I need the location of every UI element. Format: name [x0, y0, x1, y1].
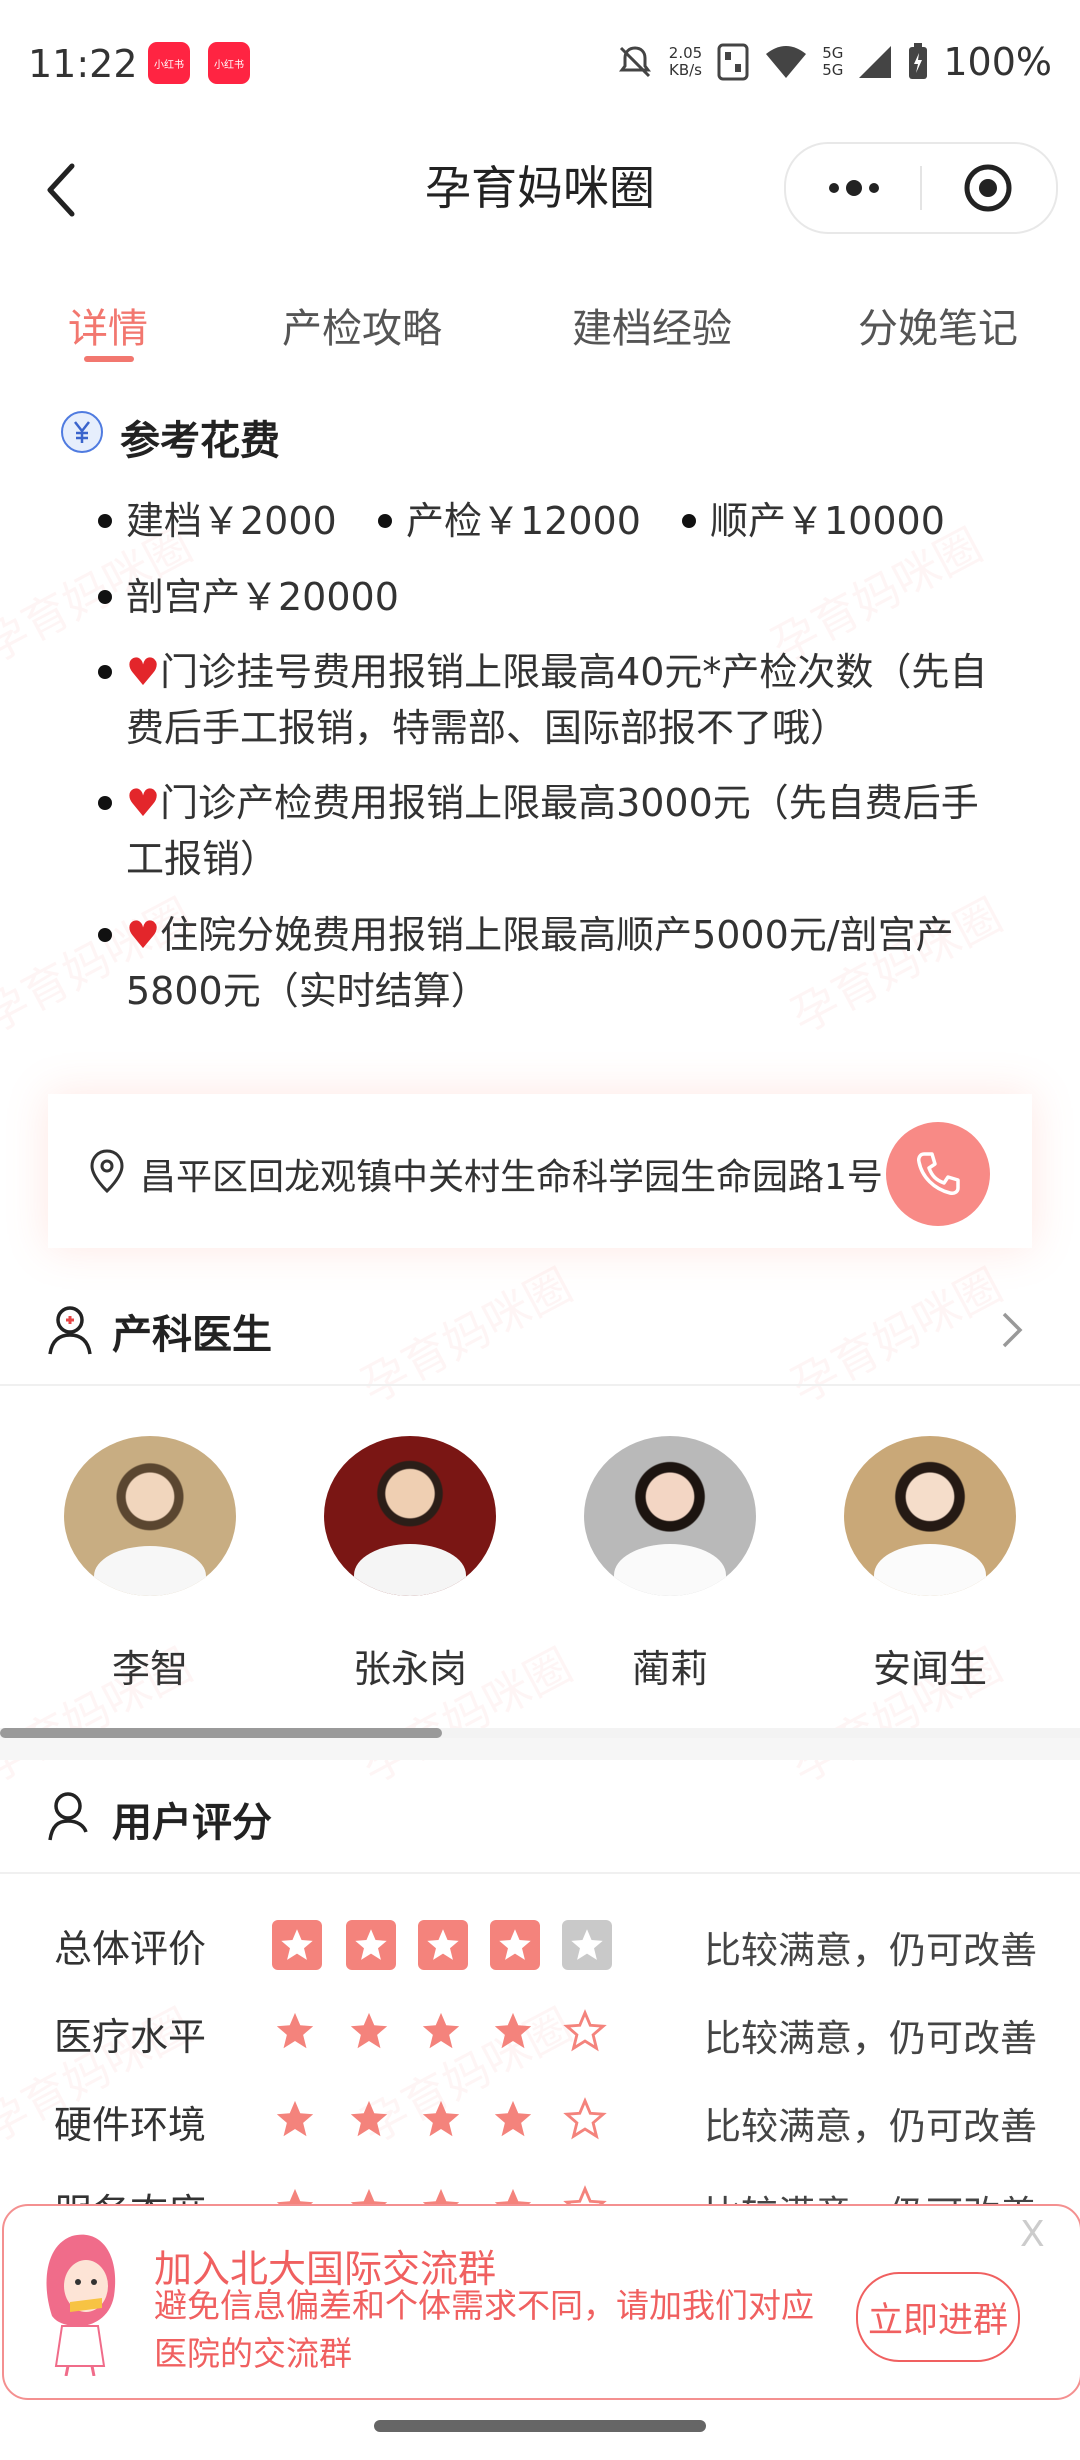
- nfc-icon: [717, 43, 749, 81]
- miniprogram-capsule: [784, 142, 1058, 234]
- mascot-icon: [46, 2234, 116, 2376]
- doctor-icon: [48, 1306, 92, 1355]
- phone-icon: [917, 1152, 960, 1195]
- rating-label: 硬件环境: [54, 2103, 207, 2147]
- banner-subtitle: 避免信息偏差和个体需求不同，请加我们对应医院的交流群: [154, 2286, 814, 2373]
- bullet: [98, 928, 112, 942]
- signal-labels: 5G 5G: [822, 44, 844, 79]
- battery-icon: [909, 43, 928, 79]
- xiaohongshu-icon: 小红书: [208, 42, 250, 84]
- watermark: 孕育妈咪圈: [782, 1257, 1011, 1414]
- cost-item: 剖宫产￥20000: [126, 575, 399, 619]
- scrollbar-thumb[interactable]: [0, 1728, 442, 1738]
- doctors-title: 产科医生: [112, 1312, 272, 1358]
- doctor-name[interactable]: 安闻生: [830, 1638, 1030, 1693]
- star-filled-icon: [346, 2008, 392, 2054]
- reimbursement-note: ♥门诊挂号费用报销上限最高40元*产检次数（先自 费后手工报销，特需部、国际部报不…: [126, 650, 988, 750]
- star-filled-icon: [490, 2008, 536, 2054]
- doctor-name[interactable]: 李智: [50, 1638, 250, 1693]
- avatar[interactable]: [844, 1436, 1016, 1596]
- bullet: [98, 665, 112, 679]
- tab-details[interactable]: 详情: [68, 296, 148, 354]
- tab-underline: [84, 356, 134, 362]
- address-text: 昌平区回龙观镇中关村生命科学园生命园路1号: [140, 1157, 883, 1198]
- status-time: 11:22: [28, 42, 138, 86]
- tab-checkup-guide[interactable]: 产检攻略: [282, 296, 442, 354]
- status-bar: 11:22 小红书 小红书 2.05 KB/s 5G 5G 100%: [0, 0, 1080, 135]
- rating-text: 比较满意，仍可改善: [704, 2105, 1037, 2148]
- chevron-right-icon[interactable]: [1000, 1310, 1024, 1350]
- rating-label: 总体评价: [54, 1927, 207, 1971]
- heart-icon: ♥: [126, 913, 161, 957]
- doctor-name[interactable]: 张永岗: [310, 1638, 510, 1693]
- net-speed: 2.05 KB/s: [668, 44, 703, 79]
- mute-bell-icon: [618, 46, 651, 78]
- star-empty-icon: [562, 2096, 608, 2142]
- tab-registration[interactable]: 建档经验: [572, 296, 732, 354]
- watermark: 孕育妈咪圈: [352, 1257, 581, 1414]
- bullet: [98, 590, 112, 604]
- phone-button[interactable]: [886, 1122, 990, 1226]
- battery-level: 100%: [943, 40, 1052, 84]
- rating-text: 比较满意，仍可改善: [704, 1929, 1037, 1972]
- divider: [0, 1872, 1080, 1874]
- cost-item: 建档￥2000: [126, 499, 337, 543]
- join-group-button[interactable]: 立即进群: [856, 2272, 1020, 2362]
- avatar[interactable]: [584, 1436, 756, 1596]
- close-target-icon[interactable]: [962, 162, 1014, 214]
- xiaohongshu-icon: 小红书: [148, 42, 190, 84]
- home-indicator[interactable]: [374, 2420, 706, 2432]
- star-filled-icon: [418, 2096, 464, 2142]
- more-dots-icon[interactable]: [824, 174, 884, 202]
- user-icon: [48, 1792, 88, 1841]
- reimbursement-note: ♥住院分娩费用报销上限最高顺产5000元/剖宫产 5800元（实时结算）: [126, 913, 954, 1013]
- cost-item: 顺产￥10000: [710, 499, 945, 543]
- star-filled-icon: [418, 1920, 468, 1970]
- capsule-divider: [920, 166, 922, 210]
- bullet: [682, 514, 696, 528]
- status-icons: 2.05 KB/s 5G 5G 100%: [615, 40, 1052, 84]
- star-filled-icon: [490, 1920, 540, 1970]
- yuan-icon: [61, 411, 103, 453]
- bullet: [378, 514, 392, 528]
- cost-title: 参考花费: [120, 418, 280, 464]
- rating-label: 医疗水平: [54, 2015, 207, 2059]
- star-filled-icon: [272, 1920, 322, 1970]
- bullet: [98, 514, 112, 528]
- divider: [0, 1384, 1080, 1386]
- banner-close-icon[interactable]: X: [1020, 2214, 1045, 2255]
- section-separator: [0, 1738, 1080, 1760]
- rating-text: 比较满意，仍可改善: [704, 2017, 1037, 2060]
- star-filled-icon: [490, 2096, 536, 2142]
- ratings-title: 用户评分: [112, 1800, 272, 1846]
- signal-icon: [859, 46, 892, 78]
- wifi-icon: [766, 46, 807, 78]
- star-filled-icon: [346, 1920, 396, 1970]
- heart-icon: ♥: [126, 781, 161, 825]
- bullet: [98, 796, 112, 810]
- star-filled-icon: [272, 2096, 318, 2142]
- star-empty-icon: [562, 2008, 608, 2054]
- cost-item: 产检￥12000: [406, 499, 641, 543]
- reimbursement-note: ♥门诊产检费用报销上限最高3000元（先自费后手 工报销）: [126, 781, 979, 881]
- tab-delivery-notes[interactable]: 分娩笔记: [858, 296, 1018, 354]
- star-filled-icon: [272, 2008, 318, 2054]
- avatar[interactable]: [324, 1436, 496, 1596]
- heart-icon: ♥: [126, 650, 161, 694]
- location-pin-icon: [90, 1149, 124, 1194]
- avatar[interactable]: [64, 1436, 236, 1596]
- star-empty-icon: [562, 1920, 612, 1970]
- star-filled-icon: [346, 2096, 392, 2142]
- doctor-name[interactable]: 蔺莉: [570, 1638, 770, 1693]
- star-filled-icon: [418, 2008, 464, 2054]
